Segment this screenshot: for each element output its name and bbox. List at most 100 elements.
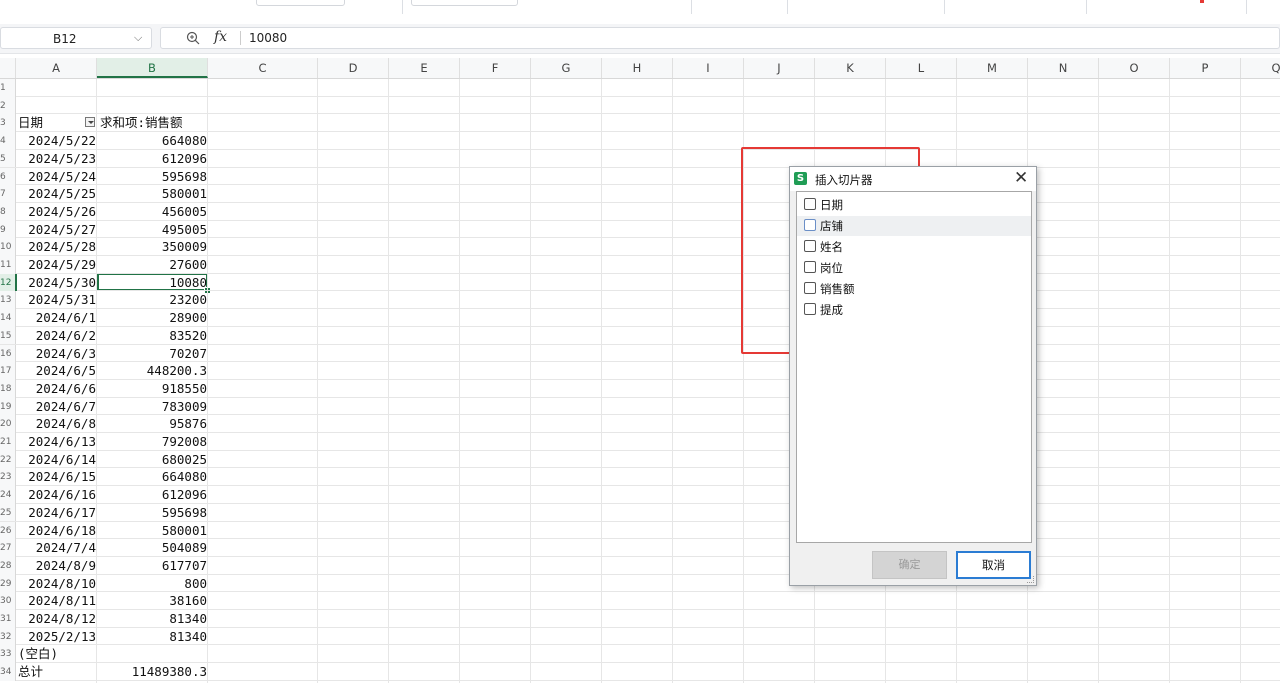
pivot-row-value[interactable]: 495005: [98, 221, 207, 239]
pivot-row-date[interactable]: 2024/6/17: [16, 504, 96, 522]
pivot-row-date[interactable]: 2024/8/12: [16, 610, 96, 628]
checkbox[interactable]: [804, 282, 816, 294]
pivot-row-value[interactable]: 350009: [98, 238, 207, 256]
pivot-row-date[interactable]: 2024/6/18: [16, 522, 96, 540]
row-header-32[interactable]: 32: [0, 627, 16, 646]
pivot-row-value[interactable]: 70207: [98, 345, 207, 363]
row-header-17[interactable]: 17: [0, 362, 16, 380]
row-header-18[interactable]: 18: [0, 379, 16, 398]
pivot-row-value[interactable]: 800: [98, 575, 207, 593]
pivot-row-value[interactable]: 664080: [98, 468, 207, 486]
row-header-26[interactable]: 26: [0, 521, 16, 540]
column-header-c[interactable]: C: [208, 58, 318, 78]
pivot-row-date[interactable]: 2024/6/16: [16, 486, 96, 504]
pivot-row-date[interactable]: 2024/5/27: [16, 221, 96, 239]
pivot-total-value[interactable]: 11489380.3: [98, 663, 207, 681]
pivot-row-value[interactable]: 918550: [98, 380, 207, 398]
column-header-o[interactable]: O: [1099, 58, 1170, 78]
pivot-row-value[interactable]: 38160: [98, 592, 207, 610]
pivot-row-date[interactable]: 2024/5/26: [16, 203, 96, 221]
column-header-d[interactable]: D: [318, 58, 389, 78]
column-header-f[interactable]: F: [460, 58, 531, 78]
row-header-12[interactable]: 12: [0, 273, 17, 292]
pivot-row-value[interactable]: 580001: [98, 185, 207, 203]
pivot-row-date[interactable]: 2024/5/29: [16, 256, 96, 274]
slicer-field-item[interactable]: 岗位: [797, 258, 1031, 278]
column-header-k[interactable]: K: [815, 58, 886, 78]
pivot-row-date[interactable]: 2024/6/3: [16, 345, 96, 363]
slicer-field-item[interactable]: 店铺: [797, 216, 1031, 236]
pivot-row-date[interactable]: 2024/5/23: [16, 150, 96, 168]
zoom-icon[interactable]: [186, 31, 200, 45]
row-header-29[interactable]: 29: [0, 574, 16, 593]
pivot-row-value[interactable]: 23200: [98, 291, 207, 309]
pivot-row-value[interactable]: 28900: [98, 309, 207, 327]
resize-grip-icon[interactable]: [1027, 576, 1034, 583]
pivot-row-date[interactable]: 2024/6/6: [16, 380, 96, 398]
chevron-down-icon[interactable]: ⌵: [134, 31, 142, 45]
formula-input[interactable]: [160, 27, 1280, 49]
row-header-14[interactable]: 14: [0, 309, 16, 327]
formula-value[interactable]: 10080: [249, 31, 287, 45]
pivot-row-date[interactable]: 2024/8/10: [16, 575, 96, 593]
checkbox[interactable]: [804, 240, 816, 252]
select-all-corner[interactable]: [0, 58, 16, 78]
row-header-1[interactable]: 1: [0, 79, 16, 97]
column-header-i[interactable]: I: [673, 58, 744, 78]
row-header-3[interactable]: 3: [0, 114, 16, 133]
pivot-row-date[interactable]: 2024/6/14: [16, 451, 96, 469]
close-icon[interactable]: ✕: [1014, 168, 1028, 188]
pivot-row-date[interactable]: 2024/8/9: [16, 557, 96, 575]
row-header-13[interactable]: 13: [0, 291, 16, 310]
pivot-row-date[interactable]: 2024/6/7: [16, 398, 96, 416]
pivot-row-value[interactable]: 595698: [98, 168, 207, 186]
pivot-row-value[interactable]: 664080: [98, 132, 207, 150]
row-header-23[interactable]: 23: [0, 468, 16, 487]
pivot-row-value[interactable]: 83520: [98, 327, 207, 345]
column-header-g[interactable]: G: [531, 58, 602, 78]
pivot-row-value[interactable]: 680025: [98, 451, 207, 469]
pivot-header-sum-sales[interactable]: 求和项:销售额: [98, 114, 207, 132]
column-header-b[interactable]: B: [97, 58, 208, 78]
row-header-16[interactable]: 16: [0, 344, 16, 363]
row-header-21[interactable]: 21: [0, 433, 16, 451]
pivot-row-date[interactable]: 2024/5/31: [16, 291, 96, 309]
slicer-field-item[interactable]: 日期: [797, 195, 1031, 215]
row-header-30[interactable]: 30: [0, 592, 16, 610]
row-header-34[interactable]: 34: [0, 663, 16, 681]
pivot-row-date[interactable]: 2024/6/13: [16, 433, 96, 451]
row-header-7[interactable]: 7: [0, 185, 16, 203]
column-header-h[interactable]: H: [602, 58, 673, 78]
sheet-grid[interactable]: 1 2 3 4 5 6 7 8 9 10 11 12 13 14 15 16 17 18 19 20 21 22 23 24 2…: [0, 79, 1280, 683]
row-header-28[interactable]: 28: [0, 556, 16, 575]
column-header-j[interactable]: J: [744, 58, 815, 78]
row-header-8[interactable]: 8: [0, 202, 16, 221]
pivot-row-date[interactable]: 2025/2/13: [16, 628, 96, 646]
column-header-q[interactable]: Q: [1241, 58, 1280, 78]
slicer-field-item[interactable]: 姓名: [797, 237, 1031, 257]
row-header-27[interactable]: 27: [0, 539, 16, 557]
pivot-row-value[interactable]: 81340: [98, 610, 207, 628]
pivot-total-label[interactable]: 总计: [16, 663, 96, 681]
column-header-p[interactable]: P: [1170, 58, 1241, 78]
pivot-row-date[interactable]: 2024/6/1: [16, 309, 96, 327]
checkbox[interactable]: [804, 198, 816, 210]
row-header-9[interactable]: 9: [0, 220, 16, 239]
pivot-row-date[interactable]: 2024/8/11: [16, 592, 96, 610]
name-box[interactable]: B12 ⌵: [0, 27, 152, 49]
column-header-n[interactable]: N: [1028, 58, 1099, 78]
slicer-field-item[interactable]: 提成: [797, 300, 1031, 320]
pivot-row-value[interactable]: 595698: [98, 504, 207, 522]
pivot-row-date[interactable]: 2024/7/4: [16, 539, 96, 557]
pivot-row-value[interactable]: 617707: [98, 557, 207, 575]
pivot-row-date[interactable]: 2024/6/15: [16, 468, 96, 486]
row-header-2[interactable]: 2: [0, 96, 16, 115]
pivot-row-date[interactable]: 2024/6/8: [16, 415, 96, 433]
row-header-4[interactable]: 4: [0, 132, 16, 150]
pivot-row-date[interactable]: 2024/5/30: [16, 274, 96, 292]
cancel-button[interactable]: 取消: [956, 551, 1031, 579]
pivot-row-value[interactable]: 10080: [98, 274, 207, 292]
pivot-row-value[interactable]: 504089: [98, 539, 207, 557]
column-header-e[interactable]: E: [389, 58, 460, 78]
pivot-row-value[interactable]: 81340: [98, 628, 207, 646]
